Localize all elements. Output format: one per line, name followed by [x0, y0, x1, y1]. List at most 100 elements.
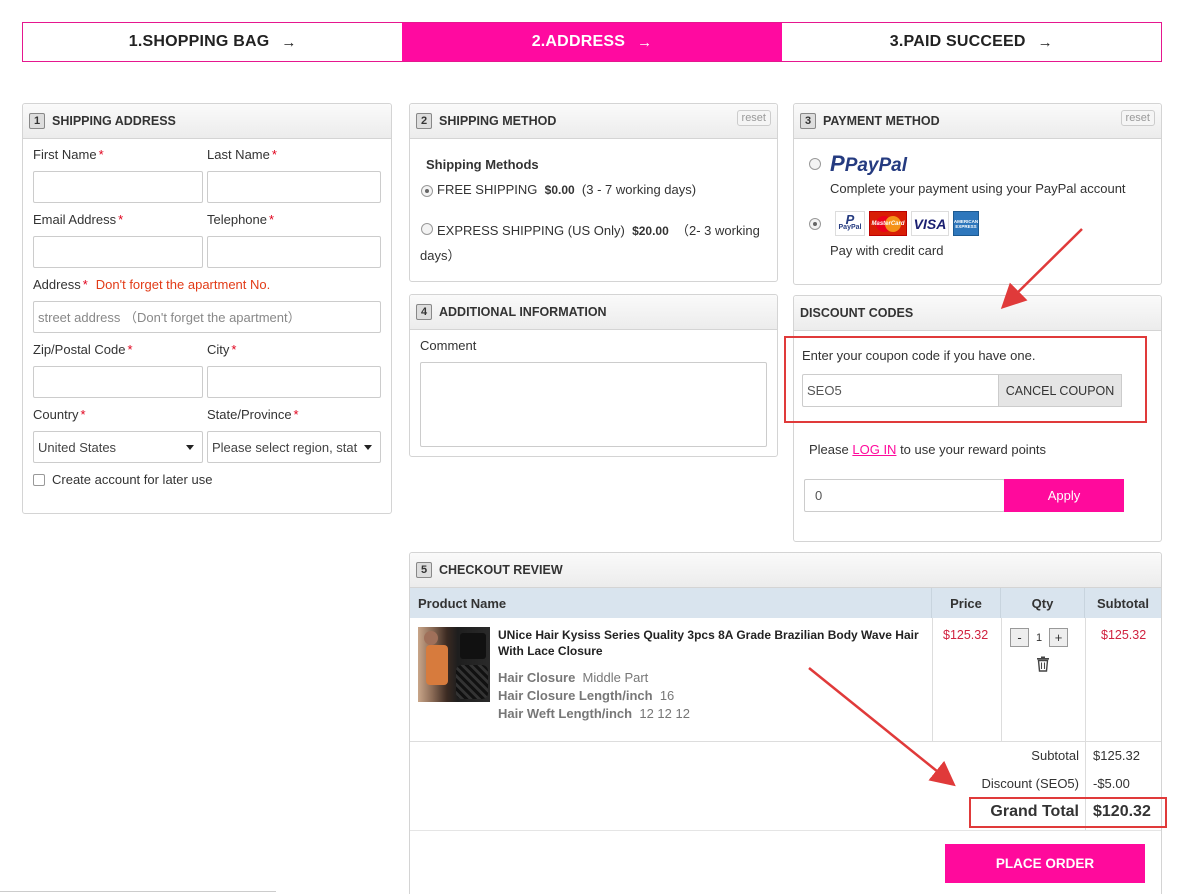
- amex-icon: AMERICAN EXPRESS: [953, 211, 979, 236]
- product-image: [418, 627, 490, 702]
- step-paid-succeed[interactable]: 3.PAID SUCCEED →: [782, 23, 1161, 61]
- step-number-badge: 4: [416, 304, 432, 320]
- mastercard-icon: MasterCard: [869, 211, 907, 236]
- annotation-highlight-box: [784, 336, 1147, 423]
- free-shipping-radio[interactable]: [421, 185, 433, 197]
- paypal-card-icon: P PayPal: [835, 211, 865, 236]
- step-shopping-bag[interactable]: 1.SHOPPING BAG →: [23, 23, 402, 61]
- step-address[interactable]: 2.ADDRESS →: [402, 23, 782, 61]
- subtotal-value: $125.32: [1093, 748, 1140, 763]
- annotation-highlight-box: [969, 797, 1167, 828]
- credit-card-description: Pay with credit card: [830, 243, 944, 258]
- product-option: Hair Closure Middle Part: [498, 670, 649, 685]
- place-order-button[interactable]: PLACE ORDER: [945, 844, 1145, 883]
- panel-title: PAYMENT METHOD: [823, 114, 940, 128]
- item-subtotal: $125.32: [1101, 628, 1147, 642]
- address-hint: Don't forget the apartment No.: [95, 277, 271, 292]
- express-shipping-days: days）: [420, 248, 461, 263]
- checkout-steps: 1.SHOPPING BAG → 2.ADDRESS → 3.PAID SUCCEE…: [22, 22, 1162, 62]
- express-shipping-option[interactable]: EXPRESS SHIPPING (US Only) $20.00 （2- 3 …: [437, 220, 760, 239]
- express-shipping-radio[interactable]: [421, 223, 433, 235]
- country-label: Country *: [33, 407, 86, 422]
- comment-label: Comment: [420, 338, 477, 353]
- step-number-badge: 2: [416, 113, 432, 129]
- step-label: 2.ADDRESS: [531, 33, 626, 50]
- discount-label: Discount (SEO5): [981, 776, 1079, 791]
- free-shipping-option[interactable]: FREE SHIPPING $0.00 (3 - 7 working days): [437, 182, 696, 197]
- panel-header: 2 SHIPPING METHOD reset: [410, 104, 777, 139]
- panel-header: 5 CHECKOUT REVIEW: [410, 553, 1161, 588]
- product-option: Hair Closure Length/inch 16: [498, 688, 675, 703]
- arrow-right-icon: →: [637, 33, 653, 51]
- step-number-badge: 3: [800, 113, 816, 129]
- caret-down-icon: [364, 445, 372, 450]
- comment-textarea[interactable]: [420, 362, 767, 447]
- credit-card-radio[interactable]: [809, 218, 821, 230]
- telephone-label: Telephone *: [207, 212, 275, 227]
- panel-title: ADDITIONAL INFORMATION: [439, 305, 607, 319]
- step-number-badge: 5: [416, 562, 432, 578]
- panel-title: SHIPPING METHOD: [439, 114, 557, 128]
- caret-down-icon: [186, 445, 194, 450]
- last-name-input[interactable]: [207, 171, 381, 203]
- column-header-price: Price: [932, 588, 1001, 618]
- reset-button[interactable]: reset: [1120, 110, 1155, 126]
- panel-title: SHIPPING ADDRESS: [52, 114, 176, 128]
- panel-title: DISCOUNT CODES: [800, 306, 914, 320]
- qty-minus-button[interactable]: -: [1010, 628, 1029, 647]
- step-number-badge: 1: [29, 113, 45, 129]
- arrow-right-icon: →: [1037, 33, 1053, 51]
- panel-title: CHECKOUT REVIEW: [439, 563, 563, 577]
- email-input[interactable]: [33, 236, 203, 268]
- telephone-input[interactable]: [207, 236, 381, 268]
- paypal-description: Complete your payment using your PayPal …: [830, 181, 1126, 196]
- step-label: 1.SHOPPING BAG: [128, 33, 270, 50]
- panel-header: 4 ADDITIONAL INFORMATION: [410, 295, 777, 330]
- column-header-subtotal: Subtotal: [1085, 588, 1161, 618]
- qty-plus-button[interactable]: +: [1049, 628, 1068, 647]
- email-label: Email Address *: [33, 212, 124, 227]
- create-account-checkbox[interactable]: [33, 474, 45, 486]
- paypal-logo: PPayPal: [830, 151, 908, 176]
- shipping-methods-heading: Shipping Methods: [426, 157, 539, 172]
- panel-header: DISCOUNT CODES: [794, 296, 1161, 331]
- trash-icon[interactable]: [1036, 656, 1050, 672]
- login-link[interactable]: LOG IN: [852, 442, 896, 457]
- paypal-p-icon: P: [830, 151, 845, 176]
- street-address-input[interactable]: [33, 301, 381, 333]
- panel-header: 1 SHIPPING ADDRESS: [23, 104, 391, 139]
- discount-value: -$5.00: [1093, 776, 1130, 791]
- reward-points-text: Please LOG IN to use your reward points: [809, 442, 1047, 457]
- first-name-label: First Name *: [33, 147, 104, 162]
- create-account-label: Create account for later use: [52, 472, 213, 487]
- quantity-stepper: - 1 +: [1010, 628, 1068, 647]
- panel-header: 3 PAYMENT METHOD reset: [794, 104, 1161, 139]
- apply-points-button[interactable]: Apply: [1004, 479, 1124, 512]
- arrow-right-icon: →: [281, 33, 297, 51]
- subtotal-label: Subtotal: [1031, 748, 1079, 763]
- product-name[interactable]: UNice Hair Kysiss Series Quality 3pcs 8A…: [498, 628, 919, 642]
- address-label: Address * Don't forget the apartment No.: [33, 277, 271, 292]
- state-label: State/Province *: [207, 407, 299, 422]
- item-price: $125.32: [943, 628, 989, 642]
- product-name-line2[interactable]: With Lace Closure: [498, 644, 603, 658]
- scrollbar-track: [0, 891, 276, 892]
- country-select[interactable]: United States: [33, 431, 203, 463]
- zip-input[interactable]: [33, 366, 203, 398]
- product-option: Hair Weft Length/inch 12 12 12: [498, 706, 690, 721]
- state-select[interactable]: Please select region, stat: [207, 431, 381, 463]
- step-label: 3.PAID SUCCEED: [889, 33, 1026, 50]
- reward-points-input[interactable]: [804, 479, 1005, 512]
- last-name-label: Last Name *: [207, 147, 277, 162]
- first-name-input[interactable]: [33, 171, 203, 203]
- column-header-product: Product Name: [410, 588, 932, 618]
- column-header-qty: Qty: [1001, 588, 1085, 618]
- card-logos: P PayPal MasterCard VISA AMERICAN EXPRESS: [835, 211, 979, 236]
- qty-value[interactable]: 1: [1029, 628, 1049, 647]
- city-input[interactable]: [207, 366, 381, 398]
- city-label: City *: [207, 342, 237, 357]
- reset-button[interactable]: reset: [736, 110, 771, 126]
- row-divider: [410, 830, 1161, 831]
- paypal-radio[interactable]: [809, 158, 821, 170]
- visa-icon: VISA: [911, 211, 949, 236]
